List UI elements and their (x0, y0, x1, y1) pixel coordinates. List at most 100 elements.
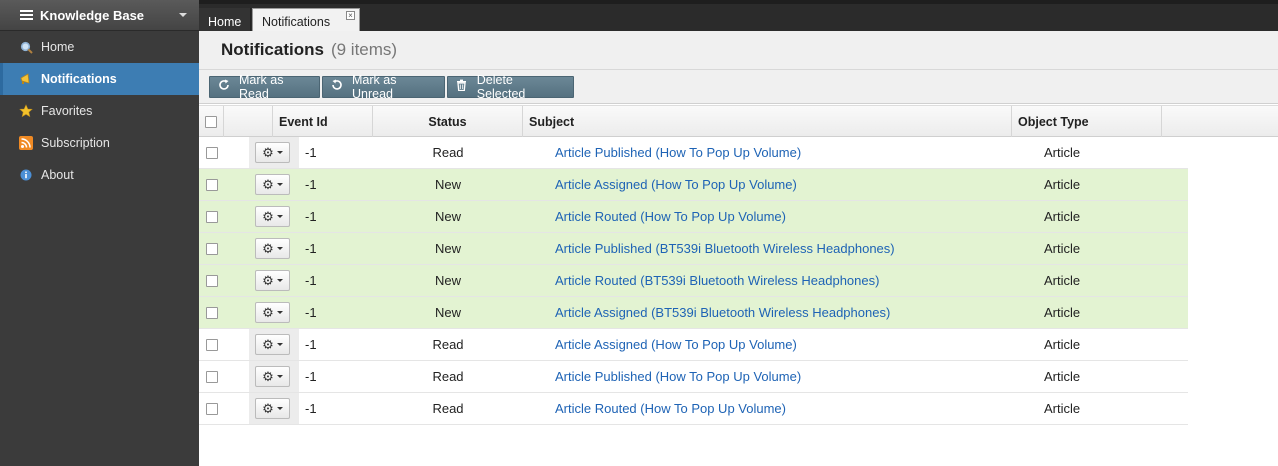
gear-icon: ⚙ (262, 336, 274, 352)
row-actions-button[interactable]: ⚙ (255, 302, 290, 323)
toolbar: Mark as Read Mark as Unread Delete Selec… (199, 70, 1278, 104)
mark-as-unread-button[interactable]: Mark as Unread (322, 73, 445, 101)
table-row[interactable]: ⚙ -1 Read Article Routed (How To Pop Up … (199, 393, 1188, 425)
row-checkbox[interactable] (205, 402, 218, 415)
subject-link[interactable]: Article Assigned (BT539i Bluetooth Wirel… (555, 305, 890, 320)
event-id: -1 (305, 177, 317, 192)
table-row[interactable]: ⚙ -1 New Article Routed (How To Pop Up V… (199, 201, 1188, 233)
column-header-label: Status (428, 114, 467, 129)
sidebar-item-label: Subscription (41, 136, 110, 150)
select-all-checkbox[interactable] (205, 115, 217, 128)
chevron-down-icon (276, 375, 283, 378)
trash-icon (456, 79, 468, 94)
table-row[interactable]: ⚙ -1 Read Article Published (How To Pop … (199, 361, 1188, 393)
row-actions-cell: ⚙ (255, 265, 295, 296)
sidebar-item-favorites[interactable]: Favorites (0, 95, 199, 127)
table-row[interactable]: ⚙ -1 New Article Routed (BT539i Bluetoot… (199, 265, 1188, 297)
subject-link[interactable]: Article Assigned (How To Pop Up Volume) (555, 177, 797, 192)
subject-link[interactable]: Article Routed (How To Pop Up Volume) (555, 209, 786, 224)
row-checkbox[interactable] (205, 210, 218, 223)
column-header-object-type[interactable]: Object Type (1012, 106, 1162, 137)
object-type: Article (1044, 401, 1081, 416)
row-actions-cell: ⚙ (255, 329, 295, 360)
table-row[interactable]: ⚙ -1 Read Article Published (How To Pop … (199, 137, 1188, 169)
object-type: Article (1044, 273, 1081, 288)
hamburger-icon (20, 10, 33, 20)
chevron-down-icon[interactable] (179, 13, 187, 17)
row-checkbox[interactable] (205, 274, 218, 287)
row-select-cell (199, 265, 224, 296)
event-id: -1 (305, 337, 317, 352)
mark-as-read-button[interactable]: Mark as Read (209, 73, 320, 101)
column-header-status[interactable]: Status (373, 106, 523, 137)
row-actions-button[interactable]: ⚙ (255, 142, 290, 163)
subject-cell: Article Assigned (BT539i Bluetooth Wirel… (555, 297, 1035, 328)
object-type: Article (1044, 369, 1081, 384)
close-icon[interactable]: × (346, 11, 355, 20)
event-id: -1 (305, 273, 317, 288)
row-actions-button[interactable]: ⚙ (255, 174, 290, 195)
row-actions-button[interactable]: ⚙ (255, 238, 290, 259)
refresh-icon (218, 79, 230, 94)
gear-icon: ⚙ (262, 272, 274, 288)
row-checkbox[interactable] (205, 146, 218, 159)
row-checkbox[interactable] (205, 242, 218, 255)
column-header-subject[interactable]: Subject (523, 106, 1012, 137)
row-actions-button[interactable]: ⚙ (255, 206, 290, 227)
chevron-down-icon (276, 215, 283, 218)
row-actions-button[interactable]: ⚙ (255, 334, 290, 355)
subject-cell: Article Routed (How To Pop Up Volume) (555, 201, 1035, 232)
sidebar-item-label: Home (41, 40, 75, 54)
row-actions-button[interactable]: ⚙ (255, 366, 290, 387)
row-checkbox[interactable] (205, 338, 218, 351)
subject-link[interactable]: Article Routed (How To Pop Up Volume) (555, 401, 786, 416)
row-checkbox[interactable] (205, 370, 218, 383)
row-checkbox[interactable] (205, 178, 218, 191)
subject-link[interactable]: Article Published (How To Pop Up Volume) (555, 369, 801, 384)
table-row[interactable]: ⚙ -1 New Article Assigned (BT539i Blueto… (199, 297, 1188, 329)
status-text: Read (432, 337, 464, 352)
sidebar-item-label: About (41, 168, 74, 182)
subject-link[interactable]: Article Assigned (How To Pop Up Volume) (555, 337, 797, 352)
subject-cell: Article Published (How To Pop Up Volume) (555, 361, 1035, 392)
row-checkbox[interactable] (205, 306, 218, 319)
table-row[interactable]: ⚙ -1 Read Article Assigned (How To Pop U… (199, 329, 1188, 361)
table-row[interactable]: ⚙ -1 New Article Published (BT539i Bluet… (199, 233, 1188, 265)
column-header-event-id[interactable]: Event Id (273, 106, 373, 137)
sidebar-header[interactable]: Knowledge Base (0, 0, 199, 31)
subject-link[interactable]: Article Routed (BT539i Bluetooth Wireles… (555, 273, 879, 288)
object-type: Article (1044, 337, 1081, 352)
row-actions-button[interactable]: ⚙ (255, 398, 290, 419)
object-type-cell: Article (1044, 361, 1174, 392)
subject-cell: Article Published (How To Pop Up Volume) (555, 137, 1035, 168)
chevron-down-icon (276, 343, 283, 346)
row-actions-button[interactable]: ⚙ (255, 270, 290, 291)
button-label: Delete Selected (476, 72, 526, 101)
event-id: -1 (305, 401, 317, 416)
chevron-down-icon (276, 247, 283, 250)
chevron-down-icon (276, 407, 283, 410)
row-select-cell (199, 329, 224, 360)
subject-link[interactable]: Article Published (How To Pop Up Volume) (555, 145, 801, 160)
status-text: Read (432, 369, 464, 384)
chevron-down-icon (276, 279, 283, 282)
status-cell: New (373, 201, 523, 232)
table-row[interactable]: ⚙ -1 New Article Assigned (How To Pop Up… (199, 169, 1188, 201)
event-id: -1 (305, 241, 317, 256)
status-cell: Read (373, 393, 523, 424)
row-select-cell (199, 361, 224, 392)
object-type: Article (1044, 209, 1081, 224)
sidebar-item-about[interactable]: About (0, 159, 199, 191)
object-type-cell: Article (1044, 233, 1174, 264)
status-text: New (434, 209, 461, 224)
sidebar: Knowledge Base Home Notifications Favori… (0, 0, 199, 466)
sidebar-item-subscription[interactable]: Subscription (0, 127, 199, 159)
delete-selected-button[interactable]: Delete Selected (447, 72, 574, 101)
search-icon (19, 40, 33, 54)
subject-cell: Article Assigned (How To Pop Up Volume) (555, 169, 1035, 200)
status-cell: New (373, 297, 523, 328)
object-type-cell: Article (1044, 265, 1174, 296)
sidebar-item-notifications[interactable]: Notifications (0, 63, 199, 95)
sidebar-item-home[interactable]: Home (0, 31, 199, 63)
subject-link[interactable]: Article Published (BT539i Bluetooth Wire… (555, 241, 895, 256)
